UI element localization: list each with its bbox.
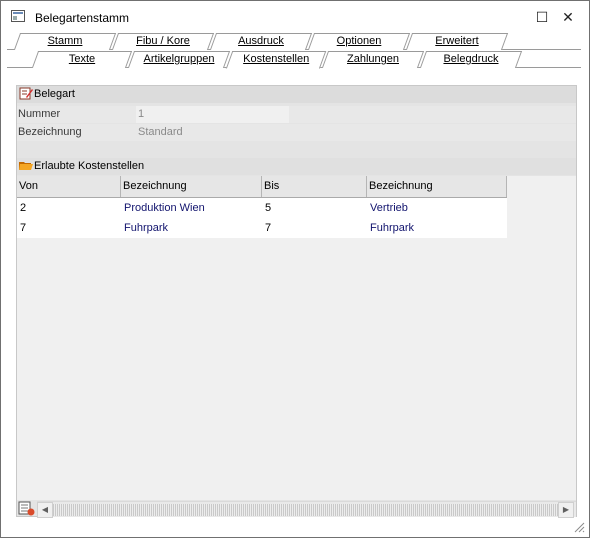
window-title: Belegartenstamm [35,11,130,25]
scroll-track[interactable] [53,504,558,516]
table-row[interactable]: 7 Fuhrpark 7 Fuhrpark [17,218,507,238]
tab-erweitert[interactable]: Erweitert [405,33,509,50]
scroll-right-icon[interactable]: ▶ [558,502,574,518]
table-row[interactable]: 2 Produktion Wien 5 Vertrieb [17,198,507,218]
col-header-von[interactable]: Von [17,176,121,197]
nummer-row: Nummer 1 [17,106,576,123]
grid-body: 2 Produktion Wien 5 Vertrieb 7 Fuhrpark … [17,198,507,238]
cell-bis[interactable]: 7 [262,218,367,238]
col-header-bezeichnung-von[interactable]: Bezeichnung [121,176,262,197]
tab-fibu-kore[interactable]: Fibu / Kore [111,33,215,50]
cell-von[interactable]: 7 [17,218,121,238]
app-icon [11,10,25,22]
cell-bis-bezeichnung[interactable]: Fuhrpark [367,218,507,238]
cell-bis-bezeichnung[interactable]: Vertrieb [367,198,507,218]
folder-icon [19,162,33,170]
kostenstellen-heading: Erlaubte Kostenstellen [34,160,145,172]
col-header-bezeichnung-bis[interactable]: Bezeichnung [367,176,507,197]
tab-texte[interactable]: Texte [31,51,133,68]
cell-von-bezeichnung[interactable]: Fuhrpark [121,218,262,238]
bezeichnung-row: Bezeichnung Standard [17,124,576,141]
tab-ausdruck[interactable]: Ausdruck [209,33,313,50]
tab-belegdruck[interactable]: Belegdruck [419,51,523,68]
tab-artikelgruppen[interactable]: Artikelgruppen [127,51,231,68]
cell-bis[interactable]: 5 [262,198,367,218]
nummer-value: 1 [136,106,289,123]
title-bar: Belegartenstamm ☐ ✕ [1,1,589,31]
kostenstellen-grid: Von Bezeichnung Bis Bezeichnung 2 Produk… [17,176,576,500]
bezeichnung-value: Standard [136,124,576,141]
tab-stamm[interactable]: Stamm [13,33,117,50]
cell-von-bezeichnung[interactable]: Produktion Wien [121,198,262,218]
close-button[interactable]: ✕ [553,5,583,29]
cell-von[interactable]: 2 [17,198,121,218]
tab-row-bottom: Texte Artikelgruppen Kostenstellen Zahlu… [7,51,581,69]
tab-kostenstellen[interactable]: Kostenstellen [225,51,327,69]
nummer-label: Nummer [18,108,61,120]
resize-grip-icon[interactable] [573,521,585,533]
col-header-bis[interactable]: Bis [262,176,367,197]
bezeichnung-label: Bezeichnung [18,126,82,138]
grid-settings-icon[interactable] [18,500,36,517]
belegart-section-header: Belegart [17,86,576,103]
tab-row-top: Stamm Fibu / Kore Ausdruck Optionen Erwe… [7,33,581,50]
horizontal-scrollbar[interactable]: ◀ ▶ [37,501,576,518]
tab-content: Belegart Nummer 1 Bezeichnung Standard E… [16,85,577,518]
grid-header: Von Bezeichnung Bis Bezeichnung [17,176,507,198]
belegart-heading: Belegart [34,88,75,100]
window: Belegartenstamm ☐ ✕ Stamm Fibu / Kore Au… [0,0,590,538]
kostenstellen-section-header: Erlaubte Kostenstellen [17,158,576,175]
tab-zahlungen[interactable]: Zahlungen [321,51,425,68]
tab-optionen[interactable]: Optionen [307,33,411,50]
edit-document-icon [19,87,33,100]
scroll-left-icon[interactable]: ◀ [37,502,53,518]
